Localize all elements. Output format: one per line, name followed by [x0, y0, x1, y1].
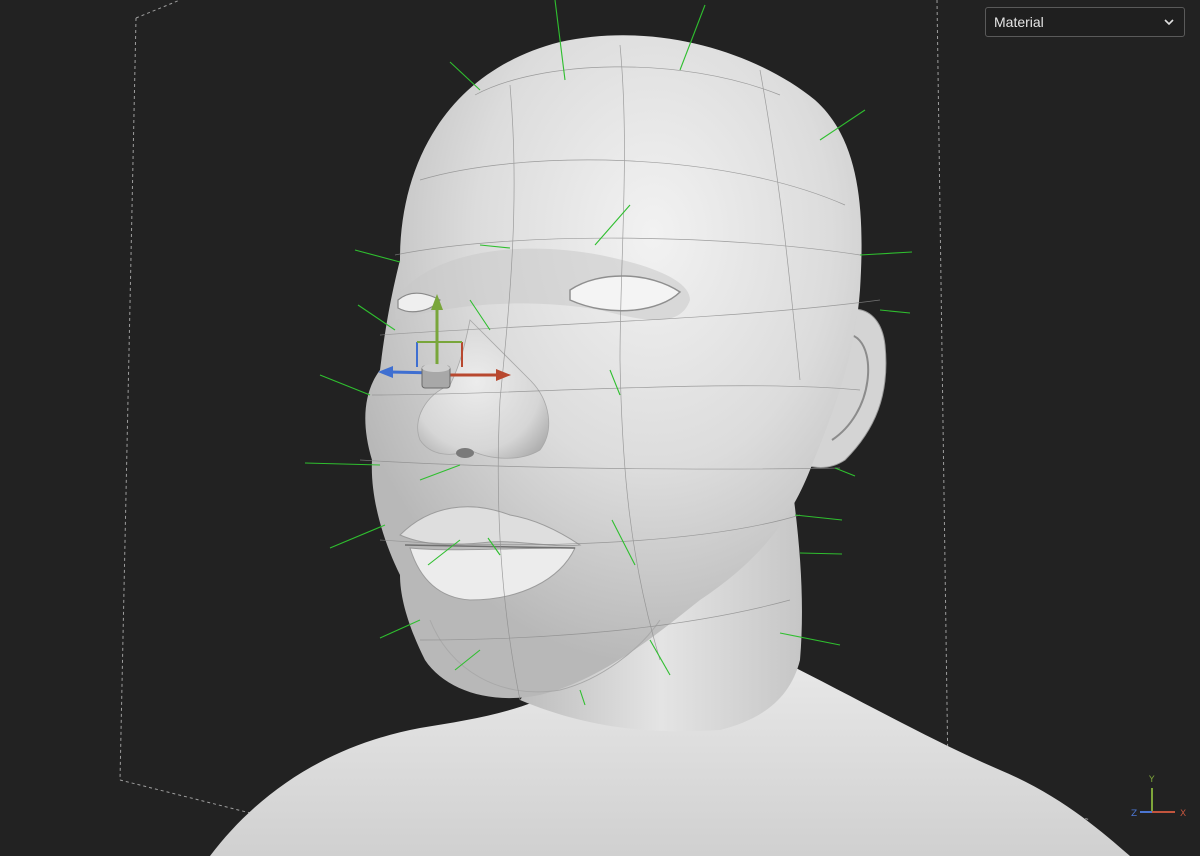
shading-mode-dropdown[interactable]: Material	[985, 7, 1185, 37]
scene-canvas[interactable]: Y X Z	[0, 0, 1200, 856]
shading-mode-value: Material	[994, 14, 1044, 30]
axis-triad: Y X Z	[1131, 775, 1186, 819]
chevron-down-icon	[1164, 19, 1174, 26]
axis-z-label: Z	[1131, 809, 1137, 819]
axis-y-label: Y	[1148, 775, 1155, 785]
3d-viewport[interactable]: Y X Z Material	[0, 0, 1200, 856]
axis-x-label: X	[1180, 809, 1186, 819]
